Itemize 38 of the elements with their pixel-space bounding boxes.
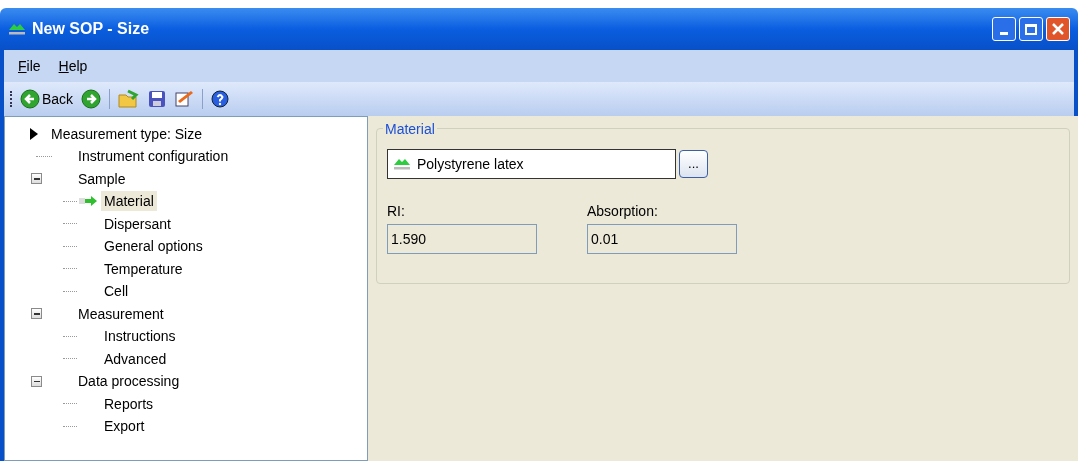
save-icon[interactable]: [148, 90, 167, 108]
material-field[interactable]: Polystyrene latex: [387, 149, 676, 179]
minimize-button[interactable]: [992, 17, 1016, 41]
collapse-toggle[interactable]: [31, 375, 42, 387]
browse-button[interactable]: ...: [679, 150, 708, 178]
collapse-toggle[interactable]: [31, 173, 42, 185]
help-icon[interactable]: [211, 90, 230, 108]
close-button[interactable]: [1046, 17, 1070, 41]
tree-item[interactable]: Instructions: [101, 326, 179, 347]
field-label: RI:: [387, 202, 406, 221]
tree-item[interactable]: General options: [101, 236, 206, 257]
edit-icon[interactable]: [174, 89, 195, 109]
tree-item[interactable]: Sample: [75, 168, 129, 189]
app-logo-icon: [8, 23, 26, 35]
tree-item[interactable]: Data processing: [75, 371, 183, 392]
tree-item[interactable]: Dispersant: [101, 213, 174, 234]
tree-item[interactable]: Advanced: [101, 348, 170, 369]
close-icon: [1051, 22, 1065, 36]
tree-item[interactable]: Material: [101, 191, 157, 212]
tree-root: Measurement type: Size: [51, 124, 202, 144]
tree-item[interactable]: Export: [101, 416, 148, 437]
collapse-toggle[interactable]: [31, 308, 42, 320]
tree-item[interactable]: Instrument configuration: [75, 146, 232, 167]
value-field[interactable]: 1.590: [387, 224, 537, 254]
window-title: New SOP - Size: [32, 19, 150, 39]
current-item-icon: [29, 128, 39, 140]
tree-item[interactable]: Reports: [101, 393, 157, 414]
tree-item[interactable]: Measurement: [75, 303, 167, 324]
tree-item[interactable]: Temperature: [101, 258, 186, 279]
field-label: Absorption:: [587, 202, 659, 221]
back-button[interactable]: Back: [20, 88, 74, 110]
material-icon: [393, 158, 411, 170]
menu-item[interactable]: File: [18, 55, 41, 77]
maximize-button[interactable]: [1019, 17, 1043, 41]
value-field[interactable]: 0.01: [587, 224, 737, 254]
menu-item[interactable]: Help: [58, 55, 88, 77]
arrow-icon: [79, 195, 99, 208]
tree-item[interactable]: Cell: [101, 281, 132, 302]
